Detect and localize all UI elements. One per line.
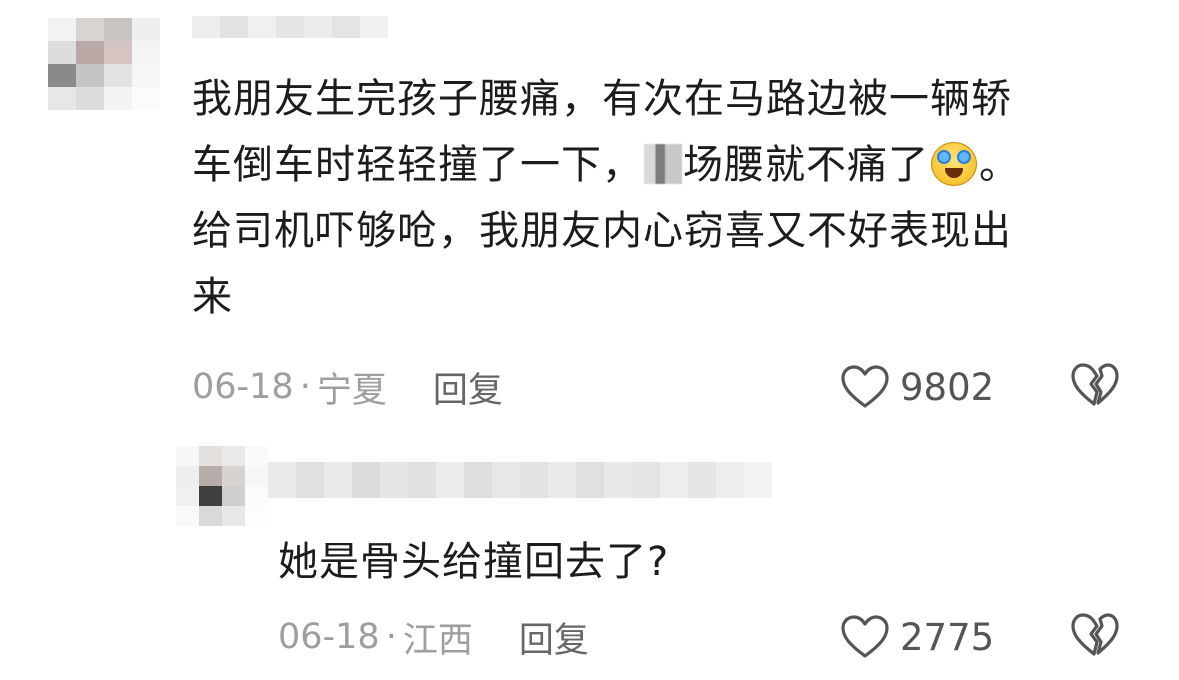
comment-line-1: 我朋友生完孩子腰痛，有次在马路边被一辆轿 [192,76,1012,122]
comment-date: 06-18 [192,367,294,407]
like-count: 9802 [900,365,995,409]
reply-location: 江西 [402,620,473,661]
reply-date: 06-18 [278,617,380,657]
reply-text: 她是骨头给撞回去了? [278,539,670,585]
avatar[interactable] [48,18,160,110]
comment-text: 我朋友生完孩子腰痛，有次在马路边被一辆轿 车倒车时轻轻撞了一下， 场腰就不痛了 。给司… [192,66,1142,330]
meta-separator: · [299,367,311,407]
broken-heart-icon[interactable] [1070,612,1120,658]
comment-line-2b: 场腰就不痛了 [683,142,929,188]
comment-line-4: 来 [192,274,233,320]
reply-username-blurred[interactable] [268,462,772,498]
comment-line-2c: 。 [979,142,1020,188]
comment-line-3: 给司机吓够呛，我朋友内心窃喜又不好表现出 [192,208,1012,254]
reply-like-button[interactable]: 2775 [840,612,994,662]
mosaic-censored-char [644,144,682,184]
comment-line-2a: 车倒车时轻轻撞了一下， [192,142,643,188]
broken-heart-icon[interactable] [1070,362,1120,408]
meta-separator: · [385,617,397,657]
reply-meta: 06-18 · 江西 回复 [278,612,589,662]
comment-meta: 06-18 · 宁夏 回复 [192,362,503,412]
reply-avatar[interactable] [176,446,268,526]
heart-icon[interactable] [840,364,890,410]
username-blurred[interactable] [192,16,388,38]
heart-icon[interactable] [840,614,890,660]
like-button[interactable]: 9802 [840,362,994,412]
comment-location: 宁夏 [316,370,387,411]
crying-laughing-emoji-icon [931,142,977,186]
reply-like-count: 2775 [900,615,995,659]
reply-reply-button[interactable]: 回复 [519,612,589,663]
reply-button[interactable]: 回复 [433,362,503,413]
